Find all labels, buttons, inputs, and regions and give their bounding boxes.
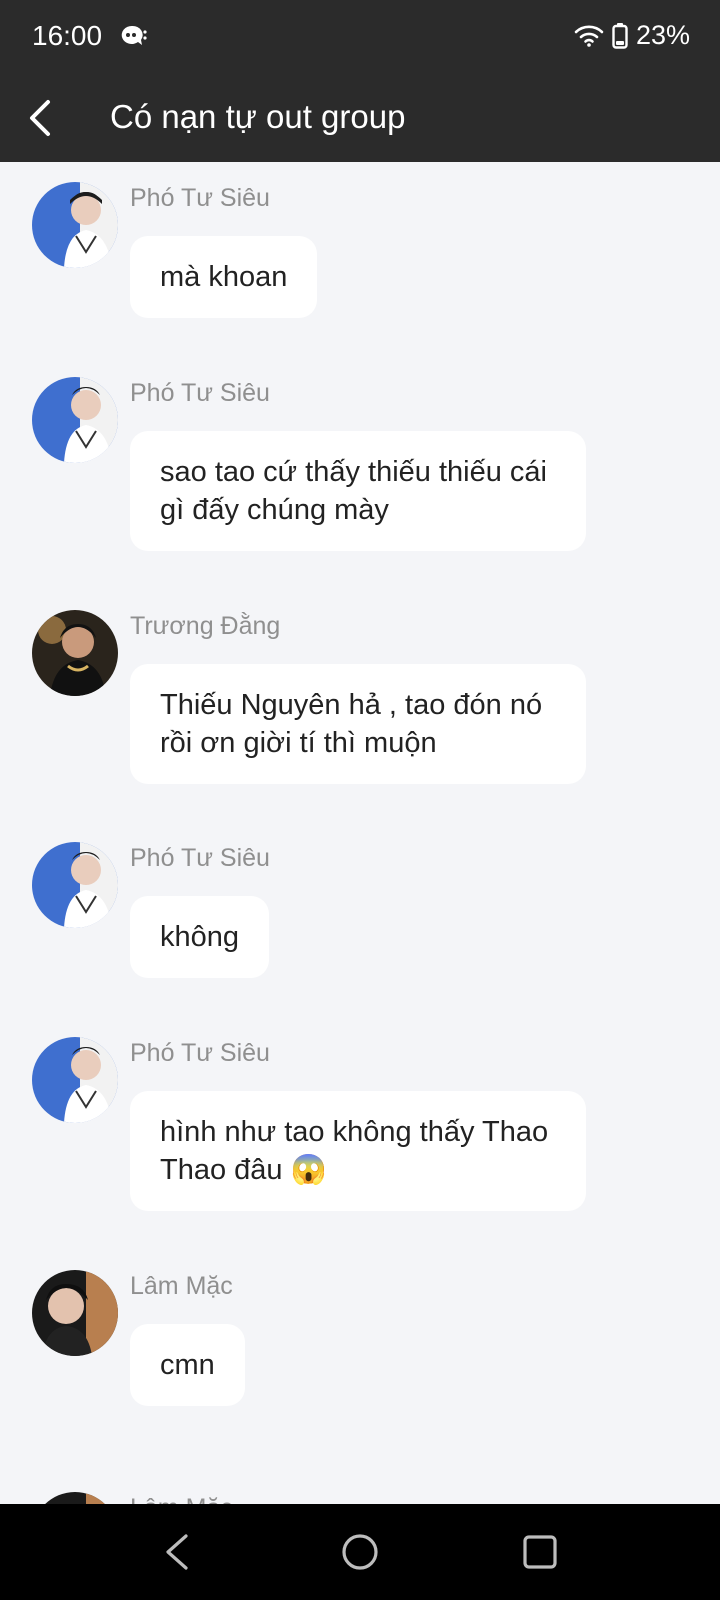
message-bubble[interactable]: không: [130, 896, 270, 978]
sender-name: Phó Tư Siêu: [130, 184, 270, 212]
avatar-pho-tu-sieu-icon: [32, 377, 118, 463]
avatar[interactable]: [32, 377, 118, 463]
avatar-pho-tu-sieu-icon: [32, 182, 118, 268]
avatar[interactable]: [32, 1037, 118, 1123]
status-bar: 16:00 23%: [0, 0, 720, 76]
avatar-pho-tu-sieu-icon: [32, 1037, 118, 1123]
avatar[interactable]: [32, 1270, 118, 1356]
status-time: 16:00: [32, 20, 103, 51]
app-bar: Có nạn tự out group: [0, 76, 720, 162]
wifi-icon: [574, 25, 604, 47]
message-bubble-icon: [121, 25, 147, 45]
message-bubble[interactable]: mà khoan: [130, 236, 318, 318]
battery-percent: 23%: [635, 20, 690, 50]
avatar[interactable]: [32, 842, 118, 928]
avatar[interactable]: [32, 182, 118, 268]
sender-name: Phó Tư Siêu: [130, 379, 270, 407]
message-bubble[interactable]: Thiếu Nguyên hả , tao đón nó rồi ơn giời…: [130, 664, 586, 784]
avatar-truong-dang-icon: [32, 610, 118, 696]
avatar-lam-mac-icon: [32, 1492, 118, 1504]
avatar[interactable]: [32, 610, 118, 696]
chat-message-list[interactable]: Phó Tư Siêu mà khoan Phó Tư Siêu sao tao…: [0, 162, 720, 1504]
status-right: 23%: [574, 20, 690, 51]
chat-title: Có nạn tự out group: [110, 98, 406, 135]
nav-back-button[interactable]: [154, 1528, 202, 1576]
back-button[interactable]: [16, 94, 64, 142]
nav-home-button[interactable]: [336, 1528, 384, 1576]
message-bubble[interactable]: hình như tao không thấy Thao Thao đâu 😱: [130, 1091, 586, 1211]
chevron-left-icon: [30, 100, 50, 136]
sender-name: Trương Đằng: [130, 612, 281, 640]
sender-name: Lâm Mặc: [130, 1272, 233, 1300]
square-recents-icon: [523, 1535, 557, 1569]
avatar-pho-tu-sieu-icon: [32, 842, 118, 928]
message-bubble[interactable]: cmn: [130, 1324, 245, 1406]
sender-name: Phó Tư Siêu: [130, 844, 270, 872]
avatar[interactable]: [32, 1492, 118, 1504]
sender-name: Lâm Mặc: [130, 1494, 233, 1504]
battery-icon: [612, 22, 628, 49]
circle-home-icon: [342, 1534, 378, 1570]
system-nav-bar: [0, 1504, 720, 1600]
message-bubble[interactable]: sao tao cứ thấy thiếu thiếu cái gì đấy c…: [130, 431, 586, 551]
sender-name: Phó Tư Siêu: [130, 1039, 270, 1067]
avatar-lam-mac-icon: [32, 1270, 118, 1356]
triangle-back-icon: [166, 1534, 188, 1570]
nav-recents-button[interactable]: [516, 1528, 564, 1576]
